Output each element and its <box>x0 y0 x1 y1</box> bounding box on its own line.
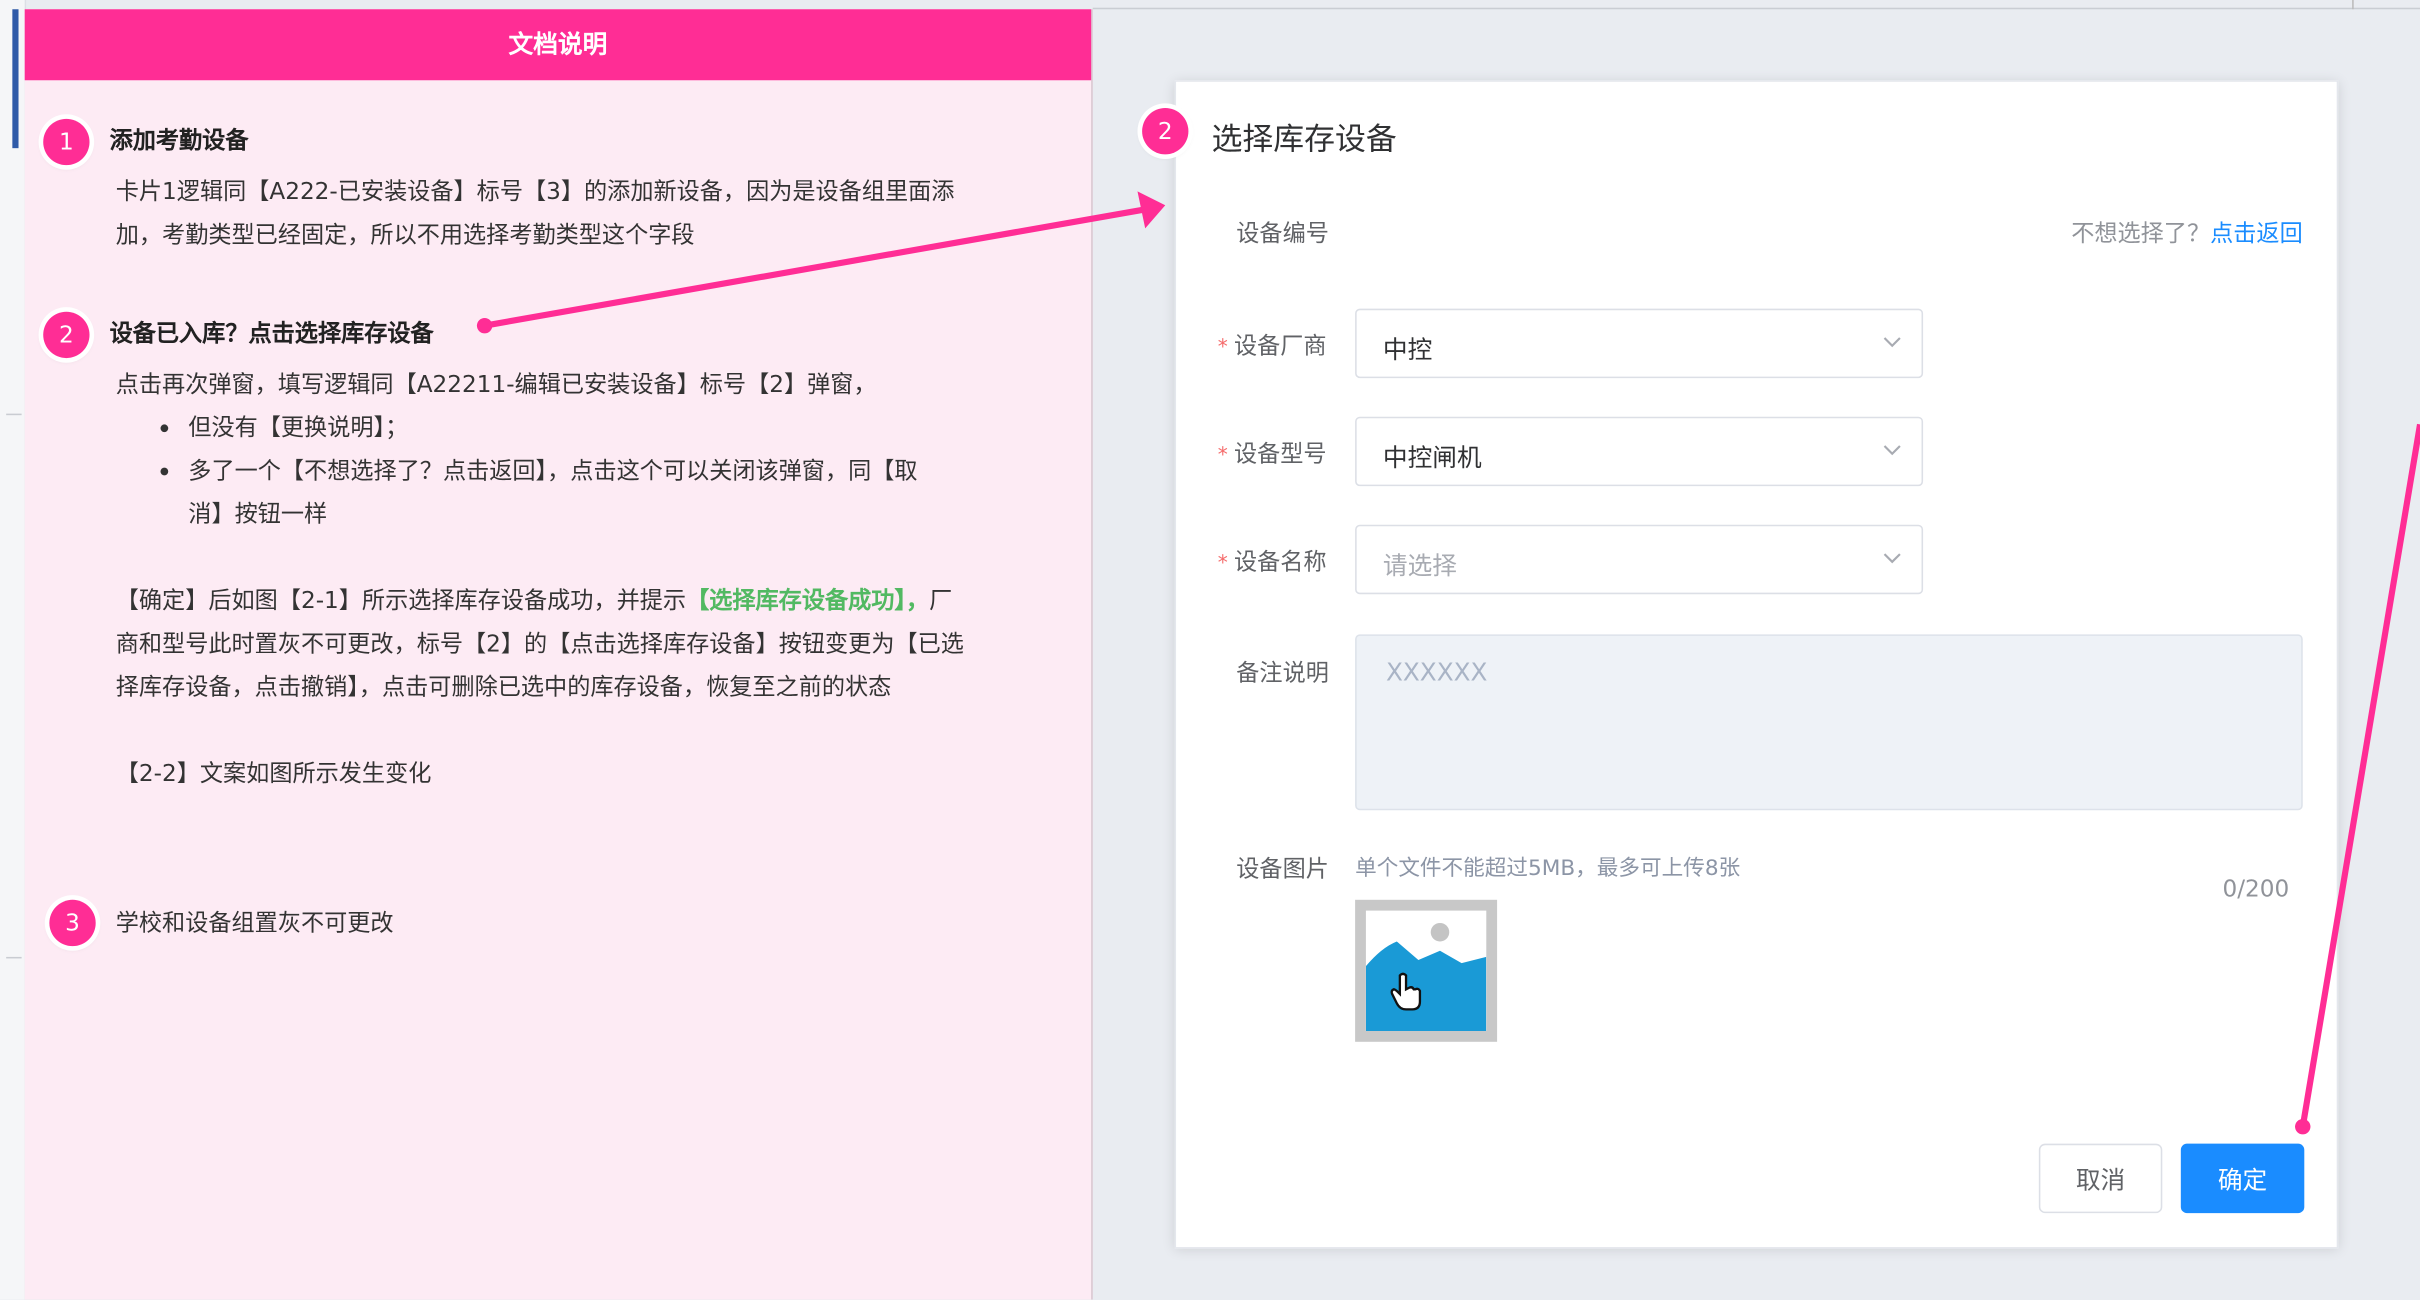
background-app-edge <box>0 0 27 1300</box>
section-1-line: 加，考勤类型已经固定，所以不用选择考勤类型这个字段 <box>115 220 695 249</box>
dialog-badge: 2 <box>1142 108 1189 155</box>
device-name-select[interactable]: 请选择 <box>1355 524 1924 595</box>
background-divider <box>2352 0 2354 10</box>
section-1-title: 添加考勤设备 <box>109 126 249 155</box>
dialog-title: 选择库存设备 <box>1211 120 1397 158</box>
image-upload-button[interactable] <box>1355 899 1498 1042</box>
chevron-down-icon <box>1883 553 1901 564</box>
model-select[interactable]: 中控闸机 <box>1355 416 1924 487</box>
cancel-button[interactable]: 取消 <box>2038 1143 2163 1214</box>
image-placeholder <box>1365 910 1487 1031</box>
required-mark: * <box>1217 444 1228 468</box>
section-2-note: 【2-2】文案如图所示发生变化 <box>115 759 432 788</box>
model-value: 中控闸机 <box>1382 442 1482 473</box>
vendor-label: * 设备厂商 <box>1218 329 1327 361</box>
back-link[interactable]: 点击返回 <box>2210 219 2303 247</box>
chevron-down-icon <box>1883 337 1901 348</box>
vendor-select[interactable]: 中控 <box>1355 308 1924 379</box>
doc-header: 文档说明 <box>24 9 1092 81</box>
section-2-bullet: 但没有【更换说明】； <box>160 406 408 449</box>
section-2-bullet: 多了一个【不想选择了？点击返回】，点击这个可以关闭该弹窗，同【取 <box>160 449 918 492</box>
required-mark: * <box>1217 336 1228 360</box>
section-3-badge: 3 <box>49 899 96 947</box>
section-2-paragraph-text: 厂 <box>929 586 953 615</box>
background-divider <box>6 956 22 959</box>
back-hint: 不想选择了？点击返回 <box>2071 216 2303 248</box>
background-divider <box>1092 7 2420 10</box>
chevron-down-icon <box>1883 445 1901 456</box>
section-2-bullet-continued: 消】按钮一样 <box>188 500 328 528</box>
section-2-intro: 点击再次弹窗，填写逻辑同【A22211-编辑已安装设备】标号【2】弹窗， <box>115 370 877 399</box>
section-2-paragraph: 【确定】后如图【2-1】所示选择库存设备成功，并提示【选择库存设备成功】，厂 <box>116 579 953 622</box>
device-image-label: 设备图片 <box>1236 855 1329 883</box>
char-counter: 0/200 <box>2222 875 2290 903</box>
section-1-line: 卡片1逻辑同【A222-已安装设备】标号【3】的添加新设备，因为是设备组里面添 <box>115 177 955 206</box>
background-divider <box>6 413 22 416</box>
section-2-paragraph-text: 【确定】后如图【2-1】所示选择库存设备成功，并提示 <box>115 586 687 615</box>
section-1-badge: 1 <box>43 118 90 166</box>
hand-pointer-icon <box>1390 972 1422 1011</box>
model-label: * 设备型号 <box>1218 437 1327 469</box>
confirm-button[interactable]: 确定 <box>2180 1143 2305 1214</box>
background-app-accent-bar <box>12 9 19 149</box>
success-message-highlight: 【选择库存设备成功】， <box>686 586 930 615</box>
vendor-value: 中控 <box>1382 334 1433 365</box>
device-name-placeholder: 请选择 <box>1382 550 1457 581</box>
upload-hint: 单个文件不能超过5MB，最多可上传8张 <box>1355 856 1741 882</box>
section-2-paragraph-line: 商和型号此时置灰不可更改，标号【2】的【点击选择库存设备】按钮变更为【已选 <box>115 629 964 658</box>
remark-placeholder: XXXXXX <box>1385 657 1488 687</box>
back-hint-text: 不想选择了？ <box>2071 219 2211 247</box>
section-2-badge: 2 <box>43 311 90 359</box>
remark-textarea[interactable]: XXXXXX <box>1355 634 2303 811</box>
required-mark: * <box>1217 552 1228 576</box>
device-name-label-text: 设备名称 <box>1233 547 1327 576</box>
remark-label: 备注说明 <box>1236 659 1329 687</box>
vendor-label-text: 设备厂商 <box>1233 331 1327 360</box>
model-label-text: 设备型号 <box>1233 439 1327 468</box>
section-3-title: 学校和设备组置灰不可更改 <box>115 909 394 937</box>
section-2-title: 设备已入库？点击选择库存设备 <box>109 319 434 348</box>
device-number-label: 设备编号 <box>1236 219 1329 247</box>
section-2-paragraph-line: 择库存设备，点击撤销】，点击可删除已选中的库存设备，恢复至之前的状态 <box>115 672 892 701</box>
image-icon <box>1365 922 1487 1031</box>
device-name-label: * 设备名称 <box>1218 545 1327 577</box>
